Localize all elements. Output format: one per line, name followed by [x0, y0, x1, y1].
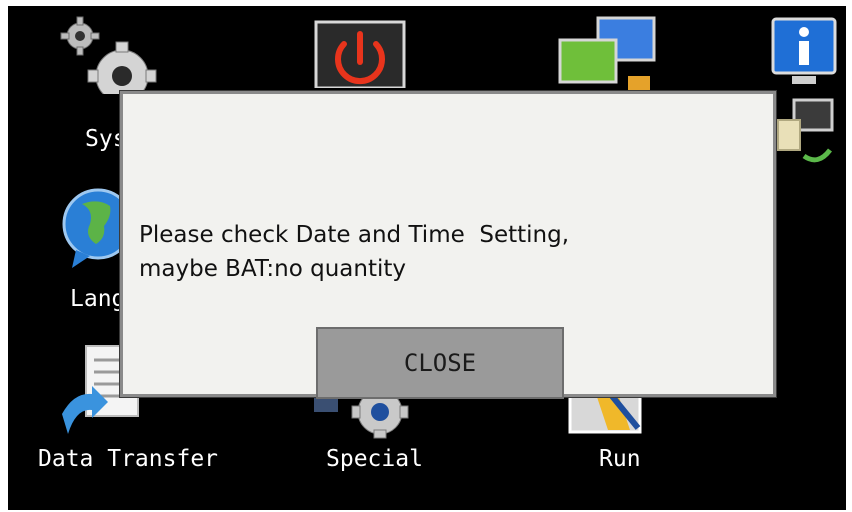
dialog-message: Please check Date and Time Setting, mayb… [139, 218, 759, 286]
run-label: Run [599, 446, 641, 472]
info-app-icon[interactable] [770, 16, 838, 92]
network-sync-icon [777, 98, 834, 163]
dialog-message-line-1: Please check Date and Time Setting, [139, 222, 570, 248]
language-label: Lang [70, 286, 126, 312]
run-icon [568, 390, 642, 434]
power-app-icon[interactable] [314, 20, 406, 90]
system-app-icon[interactable] [60, 14, 160, 111]
data-transfer-label: Data Transfer [38, 446, 219, 472]
run-app-icon[interactable] [568, 390, 650, 438]
error-dialog: Please check Date and Time Setting, mayb… [120, 91, 776, 399]
power-icon [314, 20, 406, 90]
display-app-icon[interactable] [558, 14, 658, 94]
network-app-icon[interactable] [774, 94, 836, 170]
dialog-message-line-2: maybe BAT:no quantity [139, 256, 407, 282]
monitor-icon [558, 16, 656, 90]
desktop-screen: Sys Lang Data Transfer Special Run Pleas… [8, 6, 846, 510]
close-button[interactable]: CLOSE [316, 327, 564, 399]
gear-icon [60, 16, 157, 111]
info-icon [771, 17, 837, 84]
special-label: Special [326, 446, 423, 472]
